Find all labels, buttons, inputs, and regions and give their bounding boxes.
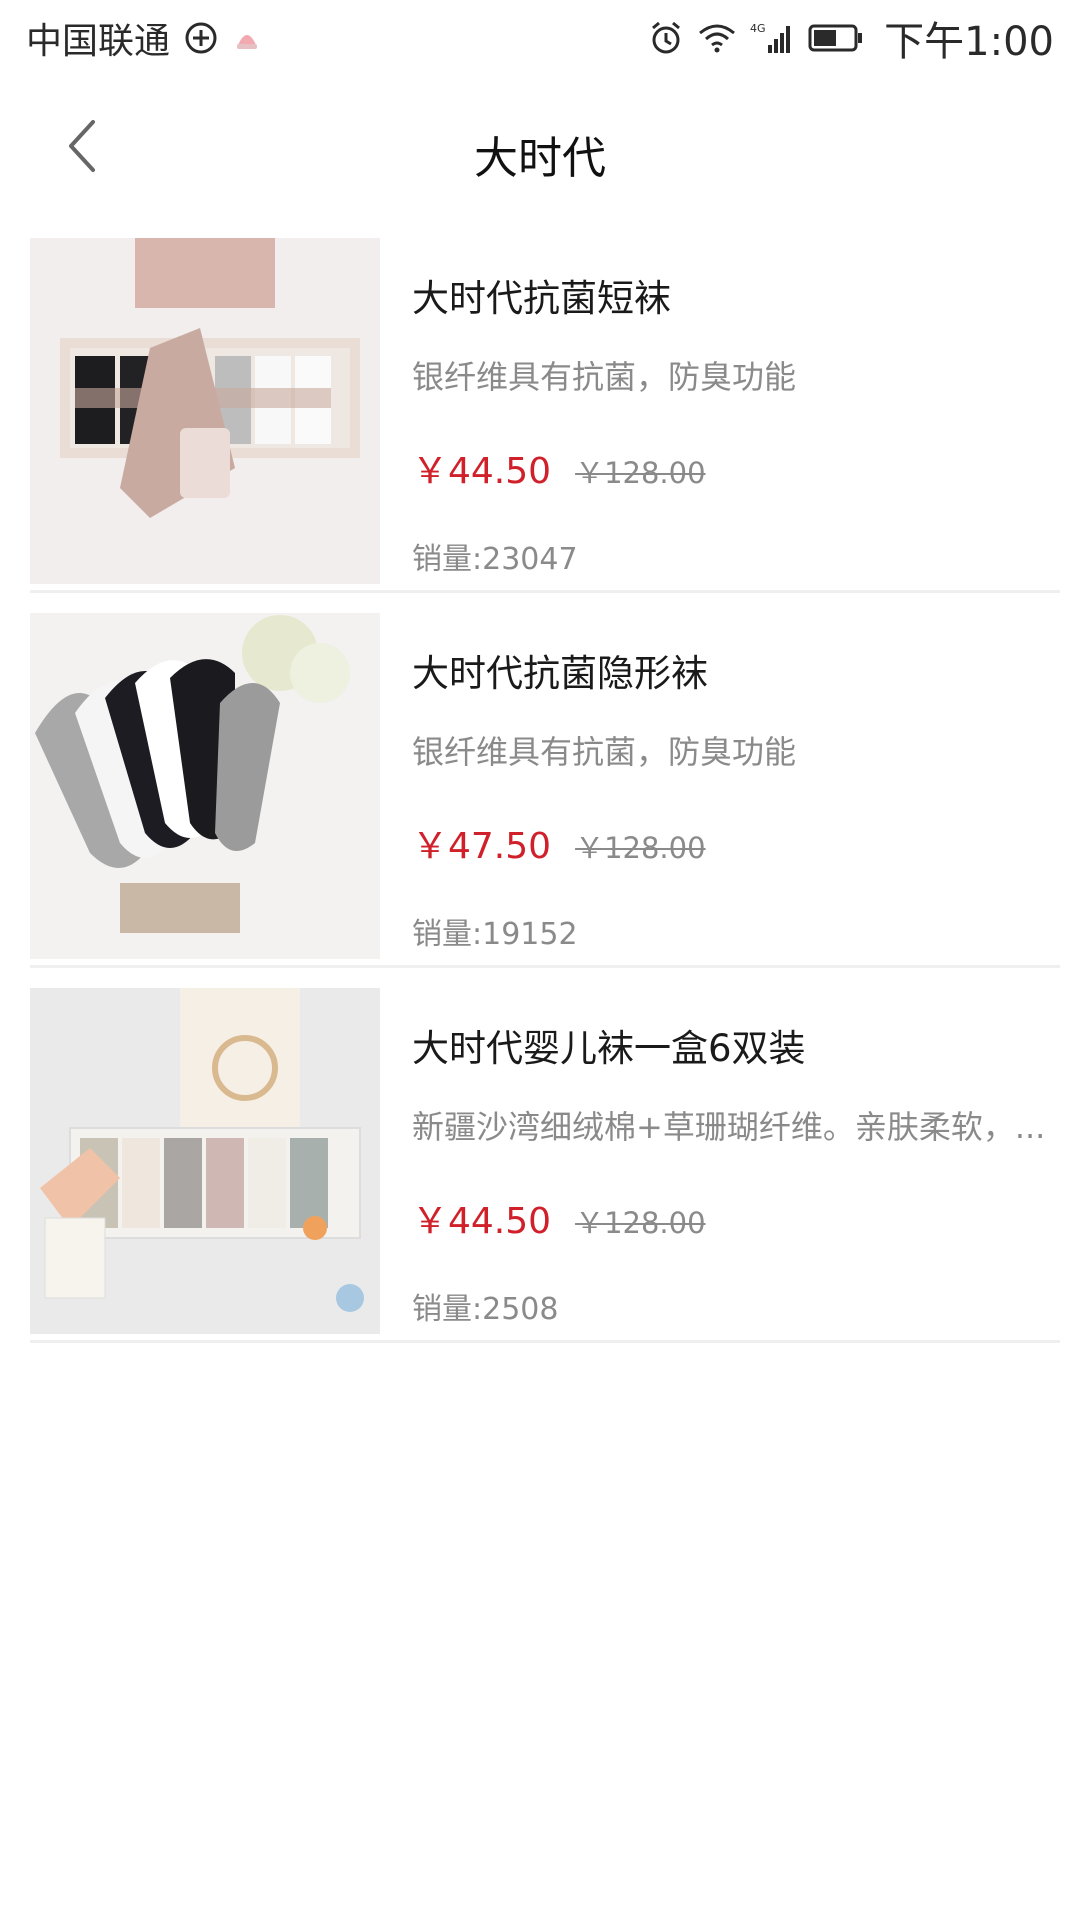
price-row: ￥44.50 ￥128.00	[412, 442, 1050, 494]
original-price: ￥128.00	[575, 1206, 706, 1240]
status-bar-left: 中国联通	[26, 12, 262, 64]
back-button[interactable]	[50, 114, 114, 178]
nav-header: 大时代	[0, 76, 1080, 216]
product-image-socks-gift-box	[30, 238, 380, 584]
product-price: ￥44.50	[412, 1201, 552, 1242]
product-price: ￥47.50	[412, 826, 552, 867]
price-row: ￥47.50 ￥128.00	[412, 817, 1050, 869]
product-list: 大时代抗菌短袜 银纤维具有抗菌，防臭功能 ￥44.50 ￥128.00 销量:2…	[30, 238, 1060, 1363]
product-name: 大时代婴儿袜一盒6双装	[412, 1027, 806, 1070]
signal-icon: 4G	[750, 21, 794, 55]
price-row: ￥44.50 ￥128.00	[412, 1192, 1050, 1244]
product-description: 新疆沙湾细绒棉+草珊瑚纤维。亲肤柔软，...	[412, 1108, 1046, 1146]
product-info: 大时代抗菌短袜 银纤维具有抗菌，防臭功能 ￥44.50 ￥128.00 销量:2…	[412, 268, 1050, 578]
sales-count: 销量:23047	[412, 542, 578, 577]
sales-count: 销量:2508	[412, 1292, 559, 1327]
product-item[interactable]: 大时代抗菌短袜 银纤维具有抗菌，防臭功能 ￥44.50 ￥128.00 销量:2…	[30, 238, 1060, 593]
battery-icon	[808, 23, 864, 53]
page-title: 大时代	[474, 133, 606, 184]
plus-circle-icon	[184, 21, 218, 55]
original-price: ￥128.00	[575, 456, 706, 490]
original-price: ￥128.00	[575, 831, 706, 865]
product-name: 大时代抗菌短袜	[412, 277, 671, 320]
product-description: 银纤维具有抗菌，防臭功能	[412, 733, 797, 771]
app-notification-icon	[232, 23, 262, 53]
wifi-icon	[698, 22, 736, 54]
product-image-no-show-socks	[30, 613, 380, 959]
product-image-baby-socks-box	[30, 988, 380, 1334]
chevron-left-icon	[69, 120, 95, 172]
clock-time: 下午1:00	[884, 19, 1054, 65]
carrier-label: 中国联通	[26, 21, 171, 62]
product-price: ￥44.50	[412, 451, 552, 492]
product-name: 大时代抗菌隐形袜	[412, 652, 708, 695]
product-item[interactable]: 大时代婴儿袜一盒6双装 新疆沙湾细绒棉+草珊瑚纤维。亲肤柔软，... ￥44.5…	[30, 988, 1060, 1343]
product-info: 大时代婴儿袜一盒6双装 新疆沙湾细绒棉+草珊瑚纤维。亲肤柔软，... ￥44.5…	[412, 1018, 1050, 1328]
sales-count: 销量:19152	[412, 917, 578, 952]
product-info: 大时代抗菌隐形袜 银纤维具有抗菌，防臭功能 ￥47.50 ￥128.00 销量:…	[412, 643, 1050, 953]
network-badge: 4G	[750, 22, 766, 35]
alarm-icon	[648, 20, 684, 56]
status-bar: 中国联通 4G 下午1:00	[0, 0, 1080, 76]
status-bar-right: 4G 下午1:00	[648, 9, 1054, 67]
product-item[interactable]: 大时代抗菌隐形袜 银纤维具有抗菌，防臭功能 ￥47.50 ￥128.00 销量:…	[30, 613, 1060, 968]
product-description: 银纤维具有抗菌，防臭功能	[412, 358, 797, 396]
